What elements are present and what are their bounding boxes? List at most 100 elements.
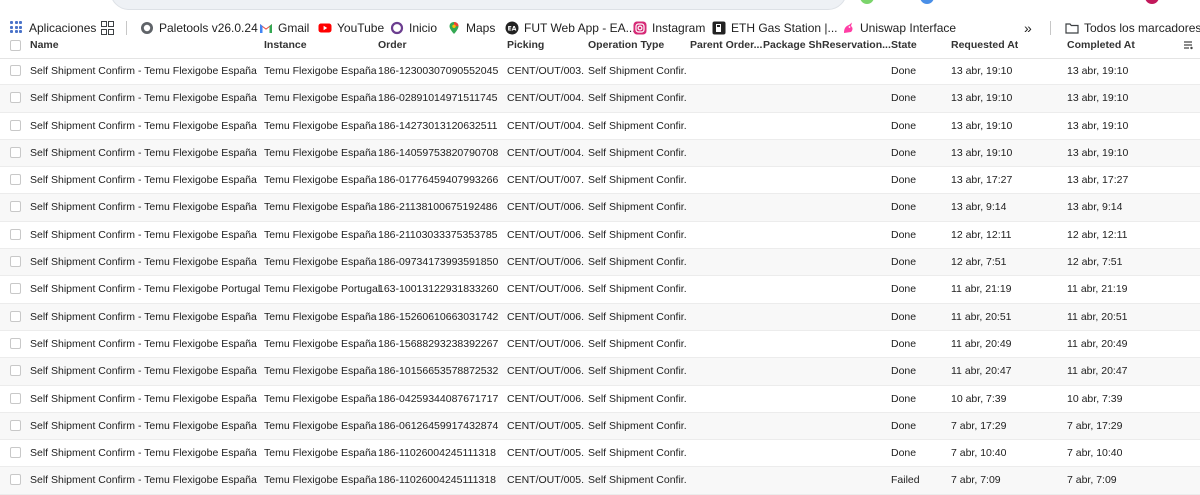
bookmarks-overflow-button[interactable]: » — [1024, 18, 1032, 38]
cell-instance: Temu Flexigobe España — [264, 474, 377, 487]
cell-requested-at: 7 abr, 7:09 — [951, 474, 1001, 487]
table-row[interactable]: Self Shipment Confirm - Temu Flexigobe E… — [0, 303, 1200, 331]
row-checkbox[interactable] — [10, 201, 21, 213]
cell-operation-type: Self Shipment Confir... — [588, 310, 686, 323]
extension-icon-green[interactable] — [860, 0, 874, 4]
row-checkbox[interactable] — [10, 419, 21, 431]
table-row[interactable]: Self Shipment Confirm - Temu Flexigobe E… — [0, 85, 1200, 113]
bookmark-inicio[interactable]: Inicio — [390, 18, 437, 38]
column-header-instance[interactable]: Instance — [264, 39, 307, 51]
cell-requested-at: 11 abr, 20:47 — [951, 365, 1012, 378]
bookmark-youtube[interactable]: YouTube — [318, 18, 384, 38]
bookmark-label: Inicio — [409, 21, 438, 35]
select-all-checkbox[interactable] — [10, 40, 21, 51]
cell-completed-at: 7 abr, 17:29 — [1067, 419, 1123, 432]
address-bar[interactable] — [110, 0, 847, 10]
cell-requested-at: 7 abr, 10:40 — [951, 447, 1007, 460]
column-header-parent-order[interactable]: Parent Order... — [690, 39, 762, 51]
row-checkbox[interactable] — [10, 447, 21, 459]
cell-state: Done — [891, 447, 917, 460]
cell-order: 186-14273013120632511 — [378, 119, 498, 132]
bookmark-uniswap[interactable]: Uniswap Interface — [841, 18, 956, 38]
row-checkbox[interactable] — [10, 146, 21, 158]
row-checkbox[interactable] — [10, 283, 21, 295]
bookmark-apps[interactable]: Aplicaciones — [10, 18, 96, 38]
extension-icon-blue[interactable] — [920, 0, 934, 4]
row-checkbox[interactable] — [10, 474, 21, 486]
cell-name: Self Shipment Confirm - Temu Flexigobe E… — [30, 392, 257, 405]
column-header-reservation[interactable]: Reservation... — [822, 39, 891, 51]
table-row[interactable]: Self Shipment Confirm - Temu Flexigobe E… — [0, 358, 1200, 386]
column-header-state[interactable]: State — [891, 39, 917, 51]
cell-picking: CENT/OUT/006... — [507, 228, 585, 241]
bookmark-tab-groups[interactable] — [101, 18, 120, 38]
bookmark-paletools[interactable]: Paletools v26.0.24 — [140, 18, 258, 38]
table-row[interactable]: Self Shipment Confirm - Temu Flexigobe E… — [0, 167, 1200, 195]
folder-icon — [1065, 21, 1079, 35]
column-header-package-sh[interactable]: Package Sh — [763, 39, 822, 51]
bookmark-eth-gas-station[interactable]: ETH Gas Station |... — [712, 18, 838, 38]
cell-requested-at: 13 abr, 17:27 — [951, 174, 1013, 187]
table-row[interactable]: Self Shipment Confirm - Temu Flexigobe E… — [0, 113, 1200, 140]
cell-completed-at: 13 abr, 19:10 — [1067, 92, 1129, 105]
column-header-completed-at[interactable]: Completed At — [1067, 39, 1135, 51]
cell-name: Self Shipment Confirm - Temu Flexigobe E… — [30, 201, 257, 214]
column-header-operation-type[interactable]: Operation Type — [588, 39, 664, 51]
cell-operation-type: Self Shipment Confir... — [588, 201, 686, 214]
column-header-name[interactable]: Name — [30, 39, 59, 51]
bookmark-instagram[interactable]: Instagram — [633, 18, 705, 38]
row-checkbox[interactable] — [10, 92, 21, 104]
row-checkbox[interactable] — [10, 310, 21, 322]
table-row[interactable]: Self Shipment Confirm - Temu Flexigobe E… — [0, 249, 1200, 277]
table-row[interactable]: Self Shipment Confirm - Temu Flexigobe P… — [0, 276, 1200, 304]
cell-instance: Temu Flexigobe España — [264, 174, 377, 187]
cell-operation-type: Self Shipment Confir... — [588, 337, 686, 350]
bookmark-fut-web-app[interactable]: EA FUT Web App - EA... — [505, 18, 636, 38]
table-header: Name Instance Order Picking Operation Ty… — [0, 38, 1200, 59]
cell-completed-at: 11 abr, 20:51 — [1067, 310, 1128, 323]
cell-picking: CENT/OUT/005... — [507, 419, 585, 432]
column-settings-icon[interactable] — [1182, 39, 1194, 54]
row-checkbox[interactable] — [10, 174, 21, 186]
cell-picking: CENT/OUT/006... — [507, 392, 585, 405]
table-row[interactable]: Self Shipment Confirm - Temu Flexigobe E… — [0, 331, 1200, 359]
row-checkbox[interactable] — [10, 65, 21, 76]
column-header-requested-at[interactable]: Requested At — [951, 39, 1018, 51]
cell-picking: CENT/OUT/007... — [507, 174, 585, 187]
bookmark-maps[interactable]: Maps — [447, 18, 495, 38]
table-body: Self Shipment Confirm - Temu Flexigobe E… — [0, 58, 1200, 495]
column-header-order[interactable]: Order — [378, 39, 407, 51]
all-bookmarks-button[interactable]: Todos los marcadores — [1065, 18, 1200, 38]
table-row[interactable]: Self Shipment Confirm - Temu Flexigobe E… — [0, 440, 1200, 468]
table-row[interactable]: Self Shipment Confirm - Temu Flexigobe E… — [0, 139, 1200, 168]
row-checkbox[interactable] — [10, 228, 21, 240]
cell-instance: Temu Flexigobe España — [264, 146, 377, 159]
cell-completed-at: 13 abr, 19:10 — [1067, 119, 1129, 132]
table-row[interactable]: Self Shipment Confirm - Temu Flexigobe E… — [0, 194, 1200, 222]
bookmark-gmail[interactable]: Gmail — [259, 18, 309, 38]
row-checkbox[interactable] — [10, 119, 21, 131]
cell-instance: Temu Flexigobe España — [264, 65, 377, 77]
table-row[interactable]: Self Shipment Confirm - Temu Flexigobe E… — [0, 386, 1200, 413]
cell-state: Failed — [891, 474, 920, 487]
table-row[interactable]: Self Shipment Confirm - Temu Flexigobe E… — [0, 467, 1200, 495]
row-checkbox[interactable] — [10, 365, 21, 377]
row-checkbox[interactable] — [10, 256, 21, 268]
maps-pin-icon — [447, 21, 461, 35]
table-row[interactable]: Self Shipment Confirm - Temu Flexigobe E… — [0, 412, 1200, 441]
table-row[interactable]: Self Shipment Confirm - Temu Flexigobe E… — [0, 222, 1200, 250]
cell-order: 186-09734173993591850 — [378, 256, 499, 269]
cell-operation-type: Self Shipment Confir... — [588, 419, 686, 432]
table-row[interactable]: Self Shipment Confirm - Temu Flexigobe E… — [0, 58, 1200, 86]
row-checkbox[interactable] — [10, 337, 21, 349]
all-bookmarks-label: Todos los marcadores — [1084, 21, 1200, 35]
cell-name: Self Shipment Confirm - Temu Flexigobe E… — [30, 365, 257, 378]
gas-station-icon — [712, 21, 726, 35]
bookmark-label: ETH Gas Station |... — [731, 21, 838, 35]
cell-name: Self Shipment Confirm - Temu Flexigobe E… — [30, 310, 257, 323]
column-header-picking[interactable]: Picking — [507, 39, 544, 51]
bookmark-label: Instagram — [652, 21, 706, 35]
cell-completed-at: 11 abr, 21:19 — [1067, 283, 1128, 296]
row-checkbox[interactable] — [10, 392, 21, 404]
profile-avatar[interactable] — [1145, 0, 1159, 4]
